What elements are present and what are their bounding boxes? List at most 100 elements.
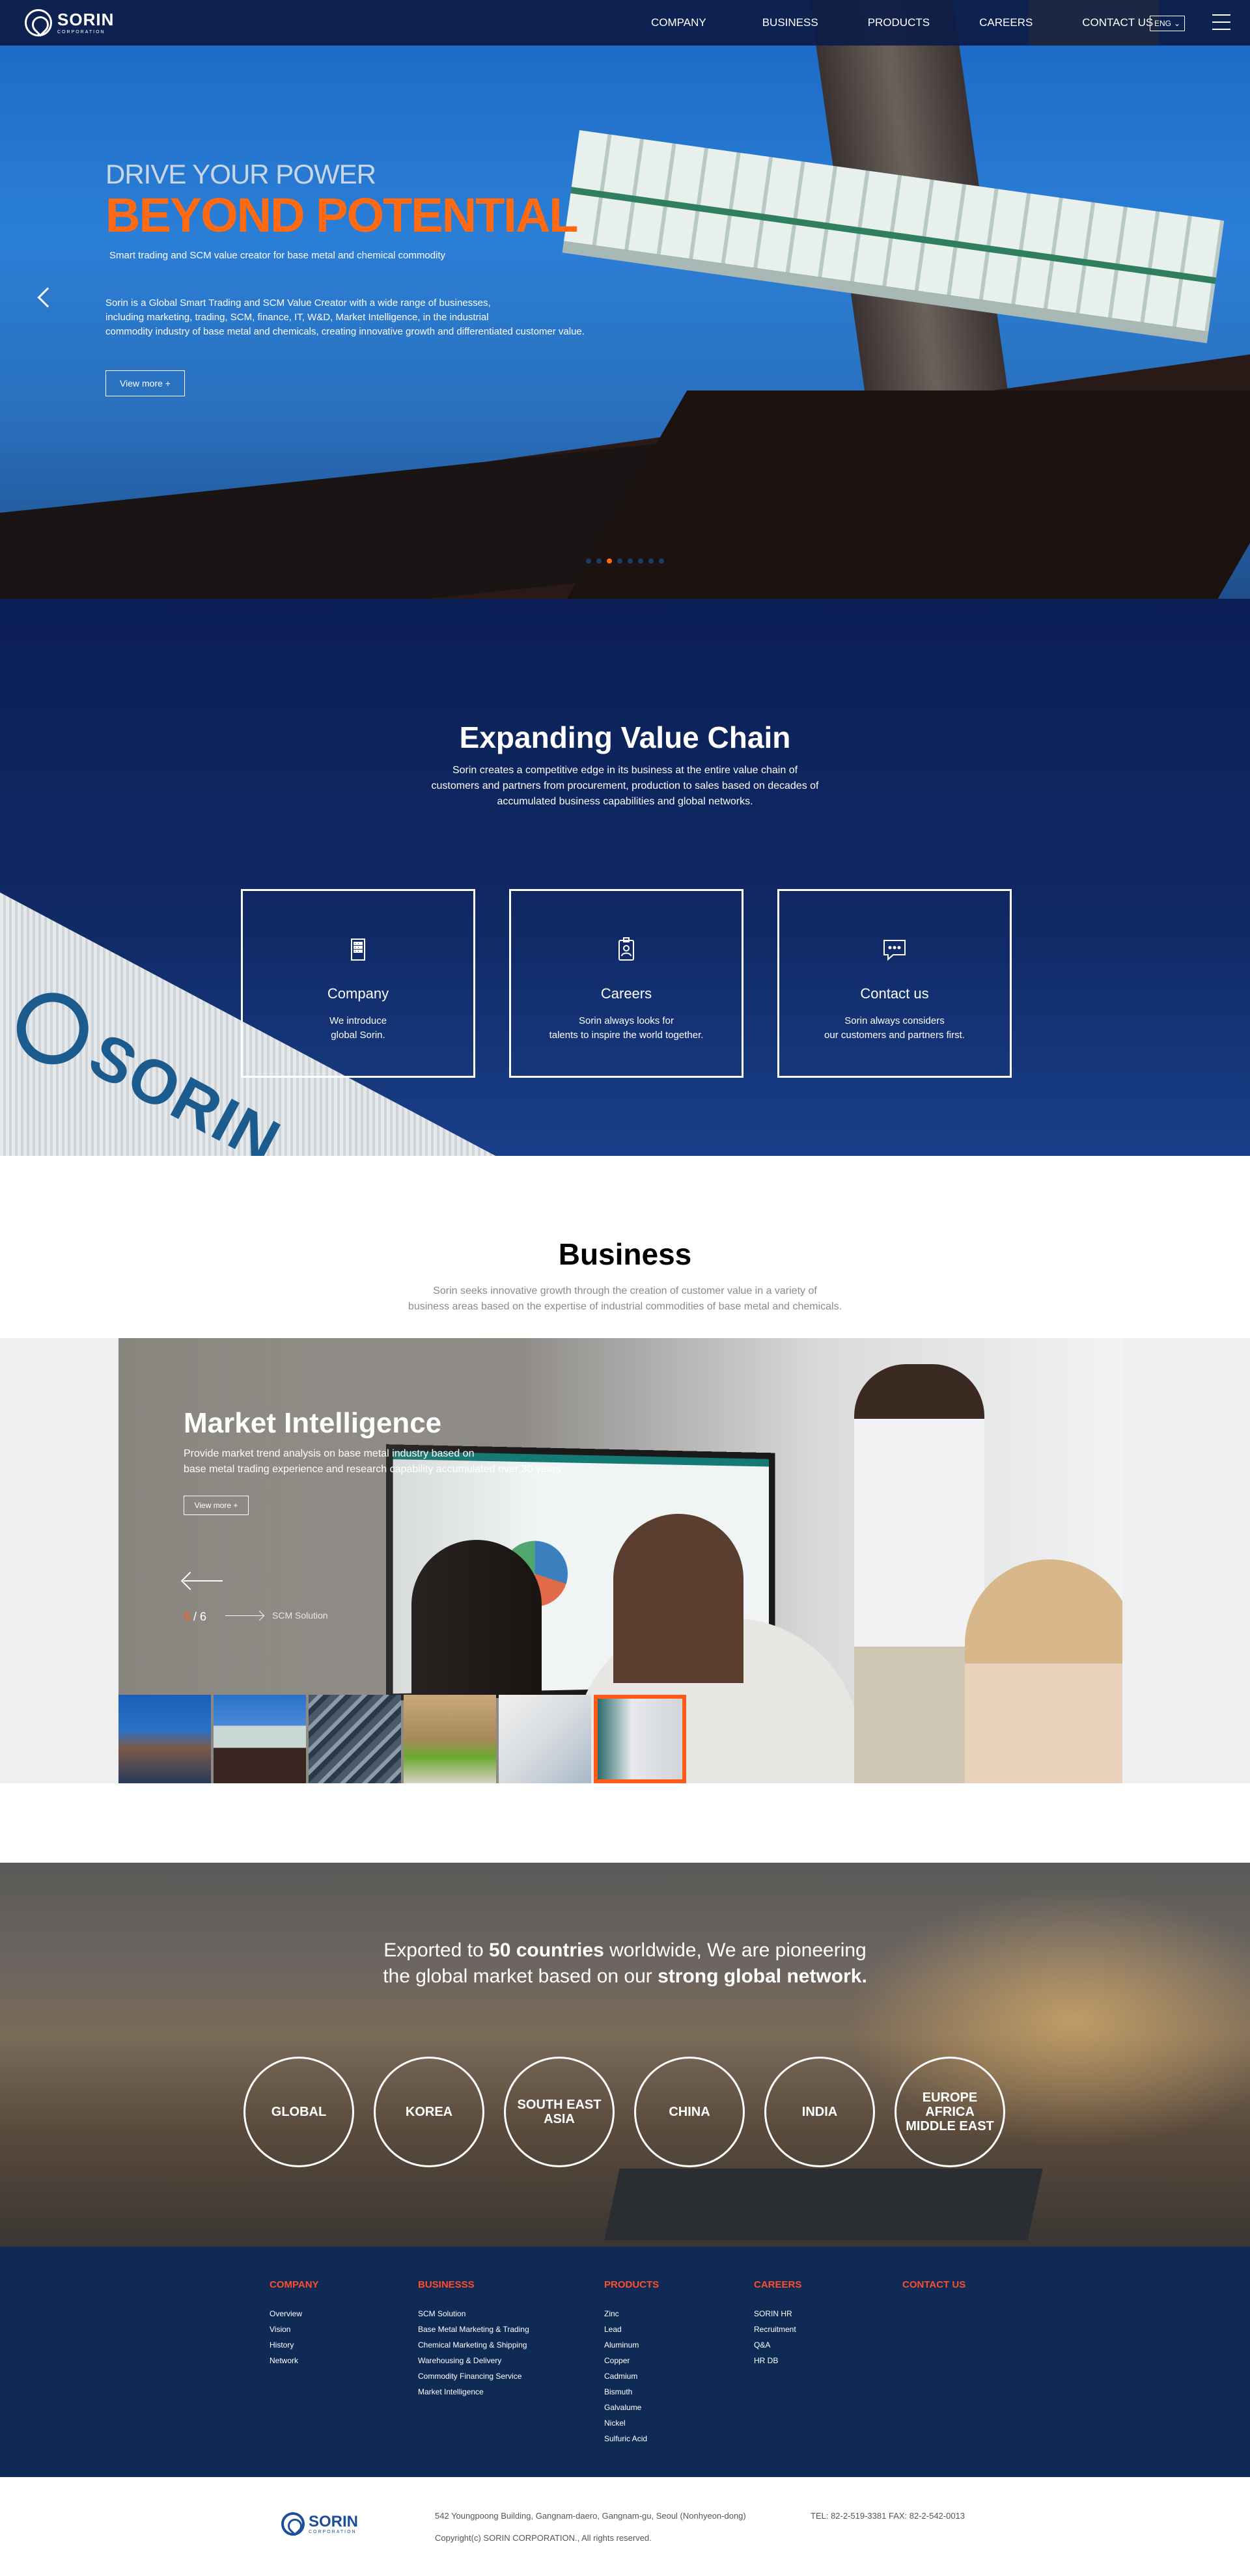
thumbnail-market-intelligence[interactable] bbox=[594, 1695, 686, 1783]
hero-line2: BEYOND POTENTIAL bbox=[105, 188, 578, 242]
footer-link[interactable]: Sulfuric Acid bbox=[604, 2431, 659, 2446]
footer-link[interactable]: Bismuth bbox=[604, 2384, 659, 2400]
card-title: Company bbox=[327, 985, 389, 1002]
thumbnail-documents[interactable] bbox=[499, 1695, 591, 1783]
footer-link[interactable]: Market Intelligence bbox=[418, 2384, 529, 2400]
person-image bbox=[613, 1514, 743, 1683]
footer-link[interactable]: History bbox=[270, 2337, 319, 2353]
slide-text: Provide market trend analysis on base me… bbox=[184, 1448, 561, 1475]
card-company[interactable]: Company We introduce global Sorin. bbox=[241, 889, 475, 1078]
footer-link[interactable]: Copper bbox=[604, 2353, 659, 2368]
footer-col-contact: CONTACT US bbox=[902, 2279, 965, 2306]
id-badge-icon bbox=[618, 937, 634, 961]
footer-heading[interactable]: BUSINESSS bbox=[418, 2279, 529, 2290]
pagination-dot[interactable] bbox=[617, 558, 622, 564]
card-title: Contact us bbox=[860, 985, 929, 1002]
hero-paragraph: Sorin is a Global Smart Trading and SCM … bbox=[105, 297, 585, 337]
footer-link[interactable]: Lead bbox=[604, 2322, 659, 2337]
ship-hull-image bbox=[562, 391, 1250, 599]
footer-tel-fax: TEL: 82-2-519-3381 FAX: 82-2-542-0013 bbox=[811, 2511, 965, 2521]
slide-view-more-button[interactable]: View more + bbox=[184, 1496, 249, 1515]
value-chain-title: Expanding Value Chain bbox=[459, 720, 791, 754]
pagination-dot[interactable] bbox=[648, 558, 654, 564]
cargo-ship-image bbox=[604, 2169, 1043, 2240]
card-careers[interactable]: Careers Sorin always looks for talents t… bbox=[509, 889, 743, 1078]
value-chain-description: Sorin creates a competitive edge in its … bbox=[431, 765, 819, 807]
footer-link[interactable]: Base Metal Marketing & Trading bbox=[418, 2322, 529, 2337]
pagination-dot[interactable] bbox=[596, 558, 602, 564]
footer-link[interactable]: Q&A bbox=[754, 2337, 801, 2353]
export-section: Exported to 50 countries worldwide, We a… bbox=[0, 1863, 1250, 2247]
pagination-dot[interactable] bbox=[659, 558, 664, 564]
export-headline-line2: the global market based on our strong gl… bbox=[383, 1966, 867, 1987]
footer-link[interactable]: SORIN HR bbox=[754, 2306, 801, 2322]
pagination-dot[interactable] bbox=[607, 558, 612, 564]
region-china[interactable]: CHINA bbox=[634, 2057, 745, 2167]
thumbnail-crane-cargo[interactable] bbox=[214, 1695, 306, 1783]
main-menu: COMPANY BUSINESS PRODUCTS CAREERS CONTAC… bbox=[651, 0, 1153, 46]
thumbnail-warehouse-forklift[interactable] bbox=[404, 1695, 496, 1783]
chevron-down-icon: ⌄ bbox=[1173, 19, 1181, 28]
footer-bottom: SORIN CORPORATION 542 Youngpoong Buildin… bbox=[0, 2477, 1250, 2576]
footer-heading[interactable]: COMPANY bbox=[270, 2279, 319, 2290]
region-europe-africa-middle-east[interactable]: EUROPE AFRICA MIDDLE EAST bbox=[895, 2057, 1005, 2167]
footer-link[interactable]: Overview bbox=[270, 2306, 319, 2322]
footer-heading[interactable]: CAREERS bbox=[754, 2279, 801, 2290]
footer-link[interactable]: SCM Solution bbox=[418, 2306, 529, 2322]
footer-sitemap: COMPANY Overview Vision History Network … bbox=[0, 2247, 1250, 2477]
nav-item-business[interactable]: BUSINESS bbox=[762, 16, 818, 29]
language-label: ENG bbox=[1154, 19, 1171, 28]
footer-link[interactable]: Cadmium bbox=[604, 2368, 659, 2384]
footer-link[interactable]: Zinc bbox=[604, 2306, 659, 2322]
footer-address: 542 Youngpoong Building, Gangnam-daero, … bbox=[435, 2511, 746, 2521]
slide-next[interactable]: SCM Solution bbox=[225, 1610, 328, 1621]
card-description: We introduce global Sorin. bbox=[329, 1015, 387, 1041]
person-image bbox=[965, 1559, 1122, 1783]
footer-link[interactable]: Recruitment bbox=[754, 2322, 801, 2337]
slide-separator: / bbox=[193, 1610, 201, 1623]
footer-link[interactable]: Nickel bbox=[604, 2415, 659, 2431]
card-contact[interactable]: Contact us Sorin always considers our cu… bbox=[777, 889, 1012, 1078]
thumbnail-port-cargo[interactable] bbox=[309, 1695, 401, 1783]
footer-link[interactable]: Commodity Financing Service bbox=[418, 2368, 529, 2384]
footer-logo[interactable]: SORIN CORPORATION bbox=[281, 2512, 358, 2536]
footer-link[interactable]: Aluminum bbox=[604, 2337, 659, 2353]
export-headline-line1: Exported to 50 countries worldwide, We a… bbox=[383, 1939, 867, 1961]
language-select[interactable]: ENG ⌄ bbox=[1150, 16, 1185, 31]
footer-heading[interactable]: PRODUCTS bbox=[604, 2279, 659, 2290]
footer-heading[interactable]: CONTACT US bbox=[902, 2279, 965, 2290]
pagination-dot[interactable] bbox=[638, 558, 643, 564]
business-description: Sorin seeks innovative growth through th… bbox=[408, 1285, 842, 1312]
footer-link[interactable]: Chemical Marketing & Shipping bbox=[418, 2337, 529, 2353]
nav-item-company[interactable]: COMPANY bbox=[651, 16, 706, 29]
menu-hamburger-icon[interactable] bbox=[1212, 14, 1230, 30]
pagination-dot[interactable] bbox=[586, 558, 591, 564]
slide-counter: 6 / 6 bbox=[184, 1610, 206, 1624]
footer-link[interactable]: Galvalume bbox=[604, 2400, 659, 2415]
nav-item-contact[interactable]: CONTACT US bbox=[1082, 16, 1153, 29]
region-korea[interactable]: KOREA bbox=[374, 2057, 484, 2167]
pagination-dot[interactable] bbox=[628, 558, 633, 564]
footer-col-careers: CAREERS SORIN HR Recruitment Q&A HR DB bbox=[754, 2279, 801, 2368]
footer-copyright: Copyright(c) SORIN CORPORATION., All rig… bbox=[435, 2533, 652, 2543]
business-title: Business bbox=[558, 1237, 692, 1271]
footer-link[interactable]: HR DB bbox=[754, 2353, 801, 2368]
card-description: Sorin always considers our customers and… bbox=[824, 1015, 965, 1041]
hero-view-more-button[interactable]: View more + bbox=[105, 370, 185, 396]
region-global[interactable]: GLOBAL bbox=[243, 2057, 354, 2167]
brand-logo[interactable]: SORIN CORPORATION bbox=[25, 9, 114, 36]
hero-pagination bbox=[586, 558, 664, 564]
footer-link[interactable]: Vision bbox=[270, 2322, 319, 2337]
thumbnail-container-ship[interactable] bbox=[118, 1695, 211, 1783]
slide-prev-arrow-icon[interactable] bbox=[184, 1580, 223, 1582]
nav-item-careers[interactable]: CAREERS bbox=[979, 16, 1033, 29]
footer-link[interactable]: Warehousing & Delivery bbox=[418, 2353, 529, 2368]
footer-logo-text: SORIN bbox=[309, 2512, 359, 2530]
nav-item-products[interactable]: PRODUCTS bbox=[868, 16, 930, 29]
footer-link[interactable]: Network bbox=[270, 2353, 319, 2368]
region-india[interactable]: INDIA bbox=[764, 2057, 875, 2167]
region-south-east-asia[interactable]: SOUTH EAST ASIA bbox=[504, 2057, 615, 2167]
footer-col-company: COMPANY Overview Vision History Network bbox=[270, 2279, 319, 2368]
value-chain-cards: Company We introduce global Sorin. Caree… bbox=[241, 889, 1012, 1078]
hero-prev-arrow-icon[interactable] bbox=[37, 287, 58, 308]
